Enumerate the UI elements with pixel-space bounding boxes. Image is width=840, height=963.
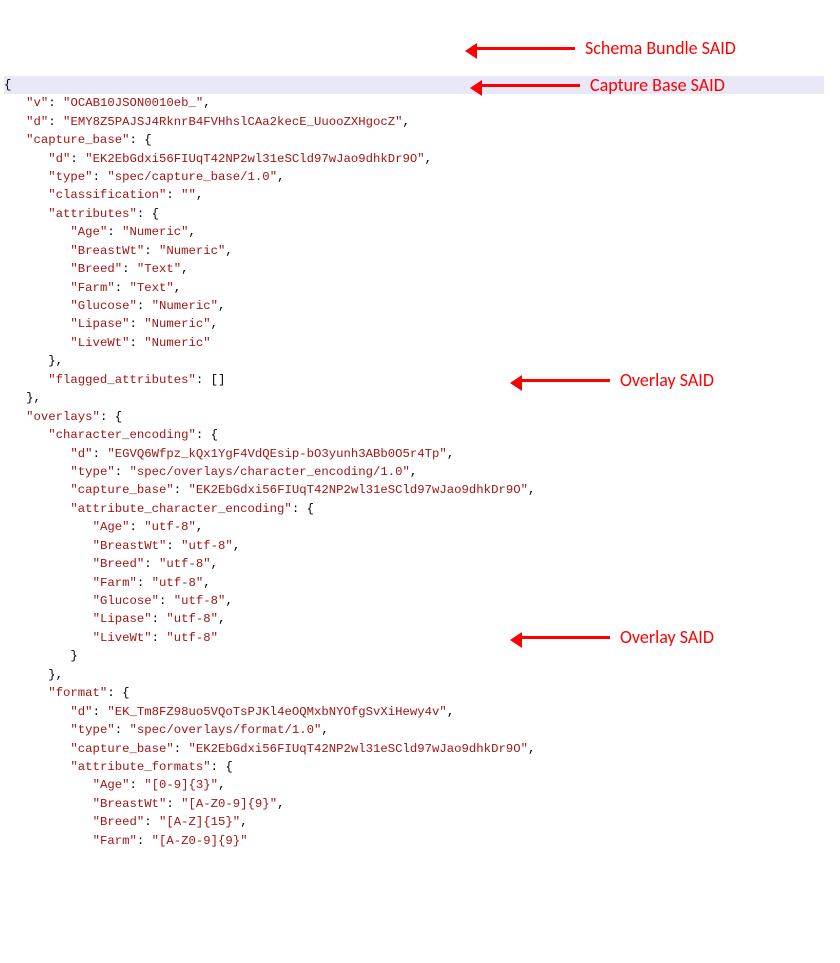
line: "classification": "",	[4, 188, 203, 202]
line: "d": "EMY8Z5PAJSJ4RknrB4FVHhslCAa2kecE_U…	[4, 115, 410, 129]
line: },	[4, 354, 63, 368]
line: "Lipase": "Numeric",	[4, 317, 218, 331]
line: "Age": "utf-8",	[4, 520, 203, 534]
annotation-overlay-said-2: Overlay SAID	[620, 624, 714, 651]
line: "character_encoding": {	[4, 428, 218, 442]
line: "Lipase": "utf-8",	[4, 612, 225, 626]
line: "type": "spec/capture_base/1.0",	[4, 170, 284, 184]
line: "overlays": {	[4, 410, 122, 424]
arrow-icon	[520, 379, 610, 382]
line: "capture_base": "EK2EbGdxi56FIUqT42NP2wl…	[4, 483, 535, 497]
annotation-schema-bundle-said: Schema Bundle SAID	[585, 35, 736, 62]
line: "Age": "[0-9]{3}",	[4, 778, 225, 792]
line: "attributes": {	[4, 207, 159, 221]
line: "attribute_formats": {	[4, 760, 233, 774]
line: },	[4, 668, 63, 682]
line: "Glucose": "utf-8",	[4, 594, 233, 608]
line: "d": "EK2EbGdxi56FIUqT42NP2wl31eSCld97wJ…	[4, 152, 432, 166]
line: "d": "EGVQ6Wfpz_kQx1YgF4VdQEsip-bO3yunh3…	[4, 447, 454, 461]
line: }	[4, 649, 78, 663]
line: "v": "OCAB10JSON0010eb_",	[4, 96, 211, 110]
line: "capture_base": "EK2EbGdxi56FIUqT42NP2wl…	[4, 742, 535, 756]
line: },	[4, 391, 41, 405]
line: "type": "spec/overlays/character_encodin…	[4, 465, 417, 479]
line: "Breed": "Text",	[4, 262, 189, 276]
line: "BreastWt": "utf-8",	[4, 539, 240, 553]
line: "Breed": "utf-8",	[4, 557, 218, 571]
line: "BreastWt": "[A-Z0-9]{9}",	[4, 797, 284, 811]
line: "attribute_character_encoding": {	[4, 502, 314, 516]
arrow-icon	[475, 47, 575, 50]
annotation-overlay-said-1: Overlay SAID	[620, 367, 714, 394]
line: "type": "spec/overlays/format/1.0",	[4, 723, 329, 737]
line: "LiveWt": "utf-8"	[4, 631, 218, 645]
line: "Glucose": "Numeric",	[4, 299, 225, 313]
line: "Breed": "[A-Z]{15}",	[4, 815, 248, 829]
arrow-icon	[520, 636, 610, 639]
line: "d": "EK_Tm8FZ98uo5VQoTsPJKl4eOQMxbNYOfg…	[4, 705, 454, 719]
line: "capture_base": {	[4, 133, 152, 147]
line: "Farm": "Text",	[4, 281, 181, 295]
line: "LiveWt": "Numeric"	[4, 336, 211, 350]
line: "Age": "Numeric",	[4, 225, 196, 239]
line: "Farm": "utf-8",	[4, 576, 211, 590]
line: "flagged_attributes": []	[4, 373, 225, 387]
line: "BreastWt": "Numeric",	[4, 244, 233, 258]
line: "format": {	[4, 686, 129, 700]
line: "Farm": "[A-Z0-9]{9}"	[4, 834, 248, 848]
